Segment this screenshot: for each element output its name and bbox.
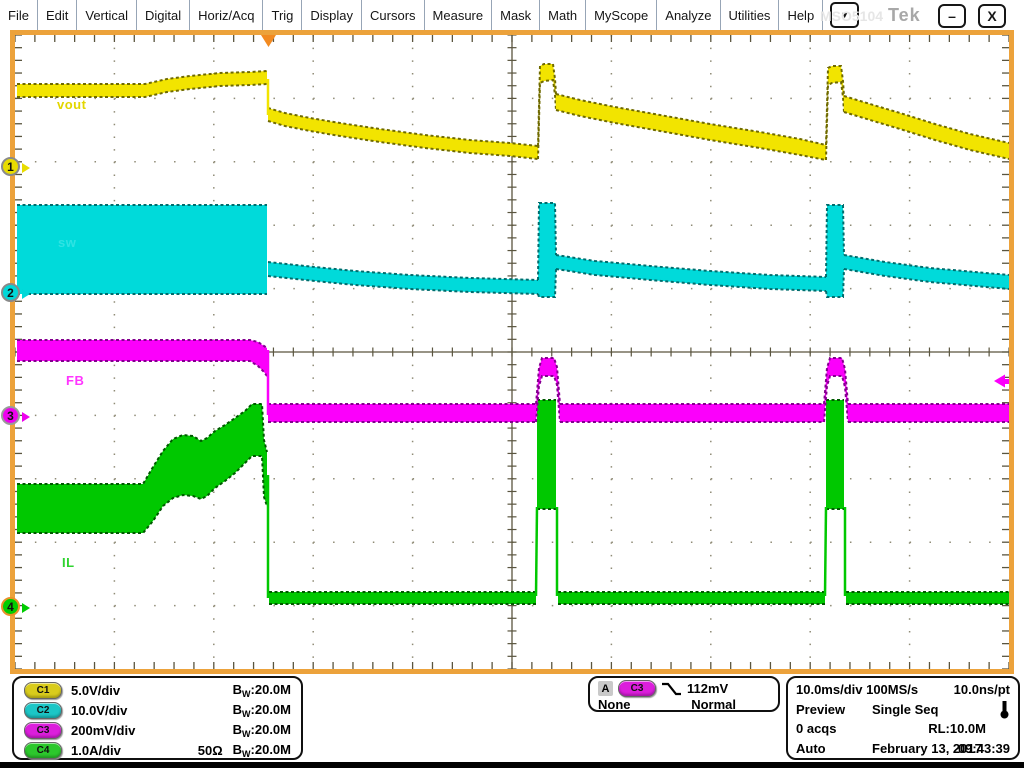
trace-band-ch2-sw xyxy=(17,205,267,294)
menu-item-utilities[interactable]: Utilities xyxy=(721,0,779,30)
trace-band-ch4-il xyxy=(846,592,1009,604)
trace-edge-ch1-vout xyxy=(826,82,844,160)
waveform-display[interactable] xyxy=(15,35,1009,669)
readout-bar: C1 5.0V/div BW:20.0M C2 10.0V/div BW:20.… xyxy=(0,674,1024,762)
graticule-frame: vout sw FB IL 1234 xyxy=(10,30,1014,674)
channel-badge-1[interactable]: 1 xyxy=(1,157,20,176)
menu-item-measure[interactable]: Measure xyxy=(425,0,492,30)
channel-badge-2[interactable]: 2 xyxy=(1,283,20,302)
horizontal-readout-panel: 10.0ms/div 100MS/s 10.0ns/pt Preview Sin… xyxy=(786,676,1020,760)
badge-arrow-3 xyxy=(22,412,30,422)
record-length: RL:10.0M xyxy=(928,721,1010,736)
channel-row-c1: C1 5.0V/div BW:20.0M xyxy=(24,680,291,700)
menu-item-myscope[interactable]: MyScope xyxy=(586,0,656,30)
trace-label-vout[interactable]: vout xyxy=(57,97,86,112)
menu-item-digital[interactable]: Digital xyxy=(137,0,189,30)
trace-band-ch4-il xyxy=(826,400,844,509)
channel-scale-c3: 200mV/div xyxy=(71,723,135,738)
model-label: MSO5104 xyxy=(820,8,883,24)
timebase: 10.0ms/div 100MS/s xyxy=(796,682,918,697)
menu-item-cursors[interactable]: Cursors xyxy=(362,0,424,30)
menu-item-trig[interactable]: Trig xyxy=(263,0,301,30)
channel-row-c3: C3 200mV/div BW:20.0M xyxy=(24,720,291,740)
trace-band-ch4-il xyxy=(537,400,556,509)
trigger-level-arrow-tail xyxy=(1005,379,1009,384)
menu-item-help[interactable]: Help xyxy=(779,0,822,30)
menu-item-edit[interactable]: Edit xyxy=(38,0,76,30)
trigger-source-pill[interactable]: C3 xyxy=(618,680,656,697)
channel-badge-4[interactable]: 4 xyxy=(1,597,20,616)
trace-band-ch3-fb xyxy=(560,404,824,422)
trace-band-ch3-fb xyxy=(268,404,536,422)
minimize-button[interactable]: – xyxy=(938,4,966,28)
menu-item-display[interactable]: Display xyxy=(302,0,361,30)
impedance-c4: 50Ω xyxy=(198,743,223,758)
acq-sequence: Single Seq xyxy=(872,702,938,717)
close-button[interactable]: X xyxy=(978,4,1006,28)
date-readout: February 13, 2017 xyxy=(872,741,982,756)
trace-label-sw[interactable]: sw xyxy=(58,235,76,250)
trigger-level-arrow[interactable] xyxy=(994,375,1005,388)
menu-item-vertical[interactable]: Vertical xyxy=(77,0,136,30)
channel-badge-3[interactable]: 3 xyxy=(1,406,20,425)
trace-band-ch2-sw xyxy=(844,255,1009,289)
acq-status: Preview xyxy=(796,702,845,717)
trace-band-ch1-vout xyxy=(17,71,267,97)
channel-scale-c4: 1.0A/div xyxy=(71,743,121,758)
channel-row-c2: C2 10.0V/div BW:20.0M xyxy=(24,700,291,720)
trace-band-ch1-vout xyxy=(844,96,1009,159)
trace-band-ch1-vout xyxy=(826,66,844,160)
trace-band-ch1-vout xyxy=(556,94,826,160)
trace-label-il[interactable]: IL xyxy=(62,555,75,570)
channel-scale-c1: 5.0V/div xyxy=(71,683,120,698)
trigger-auto-mode: Auto xyxy=(796,741,826,756)
trace-band-ch4-il xyxy=(269,592,536,604)
bottom-strip xyxy=(0,762,1024,768)
badge-arrow-1 xyxy=(22,163,30,173)
trace-edge-ch1-vout xyxy=(538,80,556,159)
menu-item-horiz-acq[interactable]: Horiz/Acq xyxy=(190,0,262,30)
channel-pill-c3[interactable]: C3 xyxy=(24,722,62,739)
trace-band-ch3-fb xyxy=(17,340,267,376)
trigger-level: 112mV xyxy=(687,681,728,696)
trigger-mode: Normal xyxy=(691,697,736,712)
trigger-a-chip: A xyxy=(598,681,613,696)
channel-pill-c2[interactable]: C2 xyxy=(24,702,62,719)
menu-item-file[interactable]: File xyxy=(0,0,37,30)
trace-band-ch1-vout xyxy=(268,108,538,159)
trace-line-ch4-il xyxy=(825,507,826,596)
badge-arrow-2 xyxy=(22,289,30,299)
falling-edge-icon xyxy=(661,681,682,697)
badge-arrow-4 xyxy=(22,603,30,613)
oscilloscope-screen: FileEditVerticalDigitalHoriz/AcqTrigDisp… xyxy=(0,0,1024,768)
trace-band-ch3-fb xyxy=(848,404,1009,422)
menu-item-analyze[interactable]: Analyze xyxy=(657,0,719,30)
sample-resolution: 10.0ns/pt xyxy=(954,682,1010,697)
trace-band-ch2-sw xyxy=(538,203,556,297)
trace-edge-ch3-fb xyxy=(17,361,267,376)
trace-band-ch4-il xyxy=(17,404,267,533)
bandwidth-c4: BW:20.0M xyxy=(233,742,291,759)
bandwidth-c1: BW:20.0M xyxy=(233,682,291,699)
channel-readout-panel: C1 5.0V/div BW:20.0M C2 10.0V/div BW:20.… xyxy=(12,676,303,760)
trigger-holdoff: None xyxy=(598,697,631,712)
bandwidth-c3: BW:20.0M xyxy=(233,722,291,739)
menu-item-math[interactable]: Math xyxy=(540,0,585,30)
trace-band-ch4-il xyxy=(558,592,825,604)
channel-pill-c1[interactable]: C1 xyxy=(24,682,62,699)
channel-row-c4: C4 1.0A/div 50Ω BW:20.0M xyxy=(24,740,291,760)
channel-scale-c2: 10.0V/div xyxy=(71,703,127,718)
trace-line-ch4-il xyxy=(536,507,537,596)
trace-band-ch2-sw xyxy=(826,205,844,297)
acq-count: 0 acqs xyxy=(796,721,836,736)
trace-band-ch1-vout xyxy=(538,64,556,159)
channel-pill-c4[interactable]: C4 xyxy=(24,742,62,759)
thermometer-icon xyxy=(999,700,1010,719)
menu-item-mask[interactable]: Mask xyxy=(492,0,539,30)
bandwidth-c2: BW:20.0M xyxy=(233,702,291,719)
trace-label-fb[interactable]: FB xyxy=(66,373,84,388)
tek-logo: Tek xyxy=(888,5,921,26)
trigger-readout-panel: A C3 112mV None Normal xyxy=(588,676,780,712)
